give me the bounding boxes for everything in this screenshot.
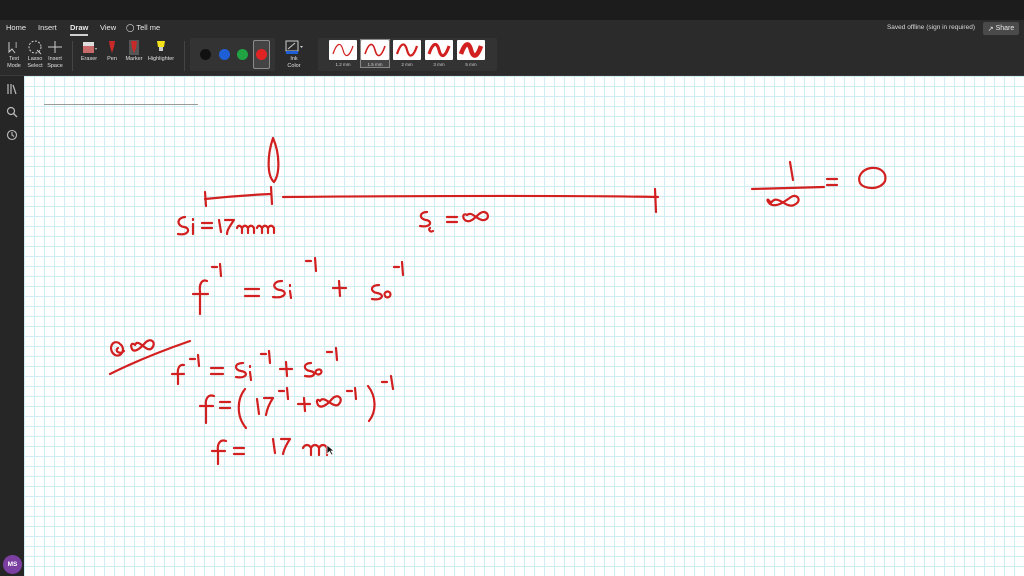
formula-line2-stroke [170, 346, 339, 386]
pen-size-label: 1.5 mm [367, 62, 383, 67]
tab-view[interactable]: View [100, 23, 116, 32]
eraser-icon [83, 42, 97, 53]
stroke-preview-icon [395, 43, 419, 57]
highlighter-button[interactable]: Highlighter [146, 39, 176, 63]
menu-bar: Home Insert Draw View ◯ Tell me Saved of… [0, 20, 1024, 37]
tab-draw[interactable]: Draw [70, 23, 89, 36]
text-cursor-icon: I [8, 41, 17, 54]
avatar[interactable]: MS [3, 555, 22, 574]
recent-icon[interactable] [6, 129, 18, 141]
highlighter-icon [157, 41, 165, 51]
insert-space-icon [48, 41, 62, 53]
insert-space-label: Insert Space [47, 56, 63, 69]
pen-size-label: 3 mm [433, 62, 445, 67]
left-sidebar [0, 76, 24, 576]
stroke-preview-icon [458, 42, 484, 58]
text-so-infinity-stroke [418, 210, 489, 233]
pen-icon [109, 41, 115, 53]
search-icon[interactable] [6, 106, 18, 118]
tell-me-label: Tell me [136, 23, 161, 32]
formula-line3-stroke [198, 374, 395, 430]
save-status: Saved offline (sign in required) [886, 24, 975, 31]
lasso-select-label: Lasso Select [27, 56, 43, 69]
text-mode-button[interactable]: I Text Mode [4, 39, 24, 69]
share-label: Share [995, 25, 1015, 32]
ink-color-icon [285, 40, 303, 54]
color-palette [190, 38, 275, 71]
pen-size-5mm[interactable]: 5 mm [457, 40, 485, 67]
lens-stroke [267, 136, 280, 184]
ribbon-divider [184, 41, 185, 71]
tell-me[interactable]: ◯ Tell me [126, 23, 160, 32]
ink-color-button[interactable]: Ink Color [281, 39, 307, 69]
svg-text:I: I [15, 41, 17, 50]
pen-button[interactable]: Pen [103, 39, 121, 63]
color-swatch-blue[interactable] [219, 49, 230, 60]
lens-formula-stroke [191, 256, 405, 316]
pen-size-panel: 1.2 mm 1.5 mm 2 mm 3 mm 5 mm [318, 38, 497, 71]
insert-space-button[interactable]: Insert Space [45, 39, 65, 69]
marker-label: Marker [125, 56, 143, 62]
pen-size-1-5mm[interactable]: 1.5 mm [360, 39, 390, 68]
share-button[interactable]: ↗ Share [983, 22, 1019, 35]
pen-size-label: 1.2 mm [335, 62, 351, 67]
eraser-label: Eraser [80, 56, 98, 62]
axis-long-stroke [281, 194, 660, 199]
color-swatch-red[interactable] [256, 49, 267, 60]
one-over-infinity-stroke [750, 160, 887, 207]
ink-color-label: Ink Color [287, 56, 301, 69]
highlighter-label: Highlighter [147, 56, 175, 62]
color-swatch-green[interactable] [237, 49, 248, 60]
pen-size-label: 5 mm [465, 62, 477, 67]
tick-right-stroke [653, 187, 658, 214]
share-icon: ↗ [987, 25, 994, 33]
tab-insert[interactable]: Insert [38, 23, 57, 32]
axis-short-stroke [203, 192, 273, 201]
tick-left-stroke [203, 190, 208, 208]
ribbon-divider [72, 41, 73, 71]
marker-icon [129, 40, 139, 55]
stroke-preview-icon [427, 43, 451, 57]
color-swatch-black[interactable] [200, 49, 211, 60]
pen-size-label: 2 mm [401, 62, 413, 67]
lightbulb-icon: ◯ [126, 23, 135, 32]
eraser-button[interactable]: Eraser [78, 39, 100, 63]
pen-size-2mm[interactable]: 2 mm [393, 40, 421, 67]
stroke-preview-icon [332, 43, 354, 57]
draw-ribbon: I Text Mode Lasso Select Insert Space Er… [0, 37, 1024, 76]
mouse-pointer-icon [326, 444, 335, 456]
text-si-17mm-stroke [176, 215, 276, 236]
tab-home[interactable]: Home [6, 23, 26, 32]
library-icon[interactable] [6, 83, 18, 95]
marker-button[interactable]: Marker [123, 39, 145, 63]
lasso-select-button[interactable]: Lasso Select [25, 39, 45, 69]
text-mode-label: Text Mode [7, 56, 21, 69]
stroke-preview-icon [364, 43, 386, 57]
pen-size-1-2mm[interactable]: 1.2 mm [329, 40, 357, 67]
result-stroke [210, 437, 329, 466]
ink-drawing [108, 136, 887, 466]
tick-mid-stroke [269, 185, 274, 206]
window-titlebar [0, 0, 1024, 20]
pen-size-3mm[interactable]: 3 mm [425, 40, 453, 67]
note-canvas[interactable] [24, 76, 1024, 576]
lasso-icon [28, 40, 42, 55]
pen-label: Pen [107, 56, 117, 62]
